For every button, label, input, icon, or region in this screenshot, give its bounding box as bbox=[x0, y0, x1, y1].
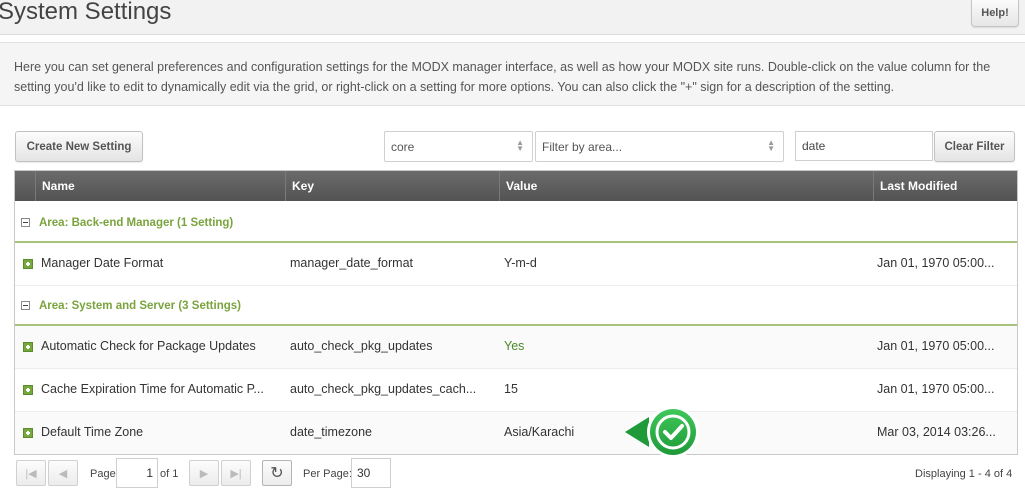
setting-name: Cache Expiration Time for Automatic P... bbox=[41, 382, 264, 396]
expand-icon[interactable] bbox=[23, 428, 33, 438]
pagination-toolbar: |◀ ◀ Page 1 of 1 ▶ ▶| ↻ Per Page: 30 Dis… bbox=[14, 457, 1018, 491]
collapse-icon[interactable] bbox=[21, 301, 30, 310]
settings-grid: Name Key Value Last Modified Area: Back-… bbox=[14, 170, 1018, 455]
per-page-label: Per Page: bbox=[303, 468, 352, 480]
setting-last-modified: Jan 01, 1970 05:00... bbox=[877, 382, 995, 396]
setting-last-modified: Mar 03, 2014 03:26... bbox=[877, 425, 996, 439]
setting-value[interactable]: Y-m-d bbox=[504, 256, 704, 270]
expander-column-header bbox=[15, 171, 35, 201]
first-page-button[interactable]: |◀ bbox=[16, 460, 46, 486]
expand-icon[interactable] bbox=[23, 342, 33, 352]
column-header-value[interactable]: Value bbox=[499, 171, 873, 201]
setting-name: Automatic Check for Package Updates bbox=[41, 339, 256, 353]
setting-name: Manager Date Format bbox=[41, 256, 164, 270]
column-header-last-modified[interactable]: Last Modified bbox=[873, 171, 1017, 201]
setting-last-modified: Jan 01, 1970 05:00... bbox=[877, 256, 995, 270]
group-row-system-and-server[interactable]: Area: System and Server (3 Settings) bbox=[15, 286, 1017, 326]
table-row[interactable]: Manager Date Format manager_date_format … bbox=[15, 243, 1017, 286]
collapse-icon[interactable] bbox=[21, 218, 30, 227]
clear-filter-button[interactable]: Clear Filter bbox=[934, 131, 1015, 162]
page-label: Page bbox=[90, 468, 116, 480]
next-page-icon: ▶ bbox=[199, 467, 209, 480]
refresh-icon: ↻ bbox=[270, 465, 284, 482]
setting-key: date_timezone bbox=[290, 425, 373, 439]
select-arrows-icon: ▲ ▼ bbox=[767, 138, 775, 153]
page-title: System Settings bbox=[0, 0, 172, 25]
page-count-label: of 1 bbox=[160, 468, 179, 480]
previous-page-button[interactable]: ◀ bbox=[48, 460, 78, 486]
setting-value[interactable]: 15 bbox=[504, 382, 704, 396]
setting-last-modified: Jan 01, 1970 05:00... bbox=[877, 339, 995, 353]
grid-header: Name Key Value Last Modified bbox=[15, 171, 1017, 201]
intro-description: Here you can set general preferences and… bbox=[0, 42, 1025, 106]
displaying-count: Displaying 1 - 4 of 4 bbox=[915, 468, 1013, 480]
create-new-setting-button[interactable]: Create New Setting bbox=[15, 131, 143, 162]
page-header: System Settings Help! bbox=[0, 0, 1025, 35]
first-page-icon: |◀ bbox=[25, 467, 37, 480]
previous-page-icon: ◀ bbox=[58, 467, 68, 480]
search-input[interactable]: date bbox=[795, 131, 933, 161]
table-row[interactable]: Automatic Check for Package Updates auto… bbox=[15, 326, 1017, 369]
setting-value[interactable]: Yes bbox=[504, 339, 704, 353]
last-page-button[interactable]: ▶| bbox=[221, 460, 251, 486]
namespace-select[interactable]: core ▲ ▼ bbox=[384, 131, 533, 162]
column-header-name[interactable]: Name bbox=[35, 171, 285, 201]
refresh-button[interactable]: ↻ bbox=[262, 460, 292, 486]
group-label: Area: Back-end Manager (1 Setting) bbox=[39, 217, 234, 229]
group-label: Area: System and Server (3 Settings) bbox=[39, 300, 241, 312]
help-button[interactable]: Help! bbox=[971, 0, 1019, 27]
area-filter-select[interactable]: Filter by area... ▲ ▼ bbox=[535, 131, 784, 162]
area-filter-placeholder: Filter by area... bbox=[542, 139, 623, 154]
setting-key: auto_check_pkg_updates bbox=[290, 339, 433, 353]
saved-checkmark-callout bbox=[623, 405, 701, 460]
group-row-backend-manager[interactable]: Area: Back-end Manager (1 Setting) bbox=[15, 203, 1017, 243]
next-page-button[interactable]: ▶ bbox=[189, 460, 219, 486]
table-row[interactable]: Cache Expiration Time for Automatic P...… bbox=[15, 369, 1017, 412]
namespace-select-value: core bbox=[391, 139, 415, 154]
expand-icon[interactable] bbox=[23, 259, 33, 269]
checkmark-callout-icon bbox=[625, 406, 699, 458]
table-row[interactable]: Default Time Zone date_timezone Asia/Kar… bbox=[15, 412, 1017, 454]
setting-name: Default Time Zone bbox=[41, 425, 144, 439]
page-number-input[interactable]: 1 bbox=[116, 458, 158, 488]
setting-key: auto_check_pkg_updates_cach... bbox=[290, 382, 477, 396]
column-header-key[interactable]: Key bbox=[285, 171, 499, 201]
select-arrows-icon: ▲ ▼ bbox=[516, 138, 524, 153]
expand-icon[interactable] bbox=[23, 385, 33, 395]
last-page-icon: ▶| bbox=[230, 467, 242, 480]
setting-key: manager_date_format bbox=[290, 256, 413, 270]
per-page-input[interactable]: 30 bbox=[351, 458, 391, 488]
